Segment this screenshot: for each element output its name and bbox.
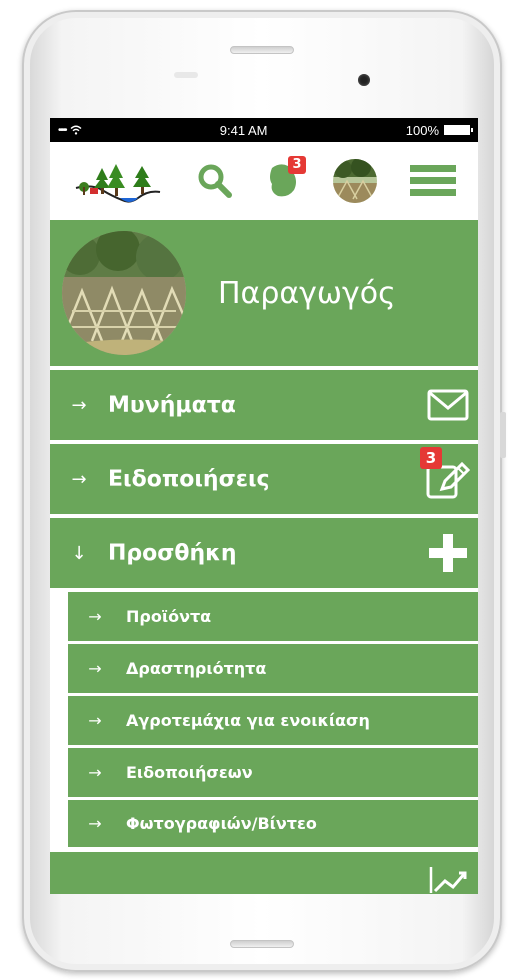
arrow-icon: → xyxy=(88,763,102,782)
arrow-down-icon: ↓ xyxy=(71,542,87,564)
menu-button[interactable] xyxy=(409,163,456,199)
submenu-item-label: Αγροτεμάχια για ενοικίαση xyxy=(126,711,370,730)
arrow-icon: → xyxy=(88,607,102,626)
profile-name: Παραγωγός xyxy=(218,275,396,311)
search-icon[interactable] xyxy=(197,163,233,199)
map-badge: 3 xyxy=(287,155,306,174)
submenu-item-label: Δραστηριότητα xyxy=(126,659,267,678)
sensor xyxy=(174,72,198,78)
menu-item-messages[interactable]: → Μυνήματα xyxy=(50,370,478,444)
arrow-icon: → xyxy=(71,394,87,416)
arrow-icon: → xyxy=(88,659,102,678)
logo-icon[interactable] xyxy=(72,154,164,208)
plus-icon xyxy=(418,532,478,574)
submenu-item-notifications[interactable]: → Ειδοποιήσεων xyxy=(68,748,478,800)
submenu-item-activity[interactable]: → Δραστηριότητα xyxy=(68,644,478,696)
avatar xyxy=(332,159,377,203)
profile-header: Παραγωγός xyxy=(50,220,478,370)
profile-avatar-button[interactable] xyxy=(332,159,377,203)
battery-percent: 100% xyxy=(405,122,439,138)
trend-chart-icon xyxy=(418,865,478,894)
wifi-icon xyxy=(70,123,82,138)
app-header: 3 xyxy=(50,142,478,220)
status-time: 9:41 AM xyxy=(219,122,268,138)
phone-frame: ••••• 9:41 AM 100% 3 Παραγωγός → Μυνήματ… xyxy=(22,10,506,972)
menu-item-add[interactable]: ↓ Προσθήκη xyxy=(50,518,478,592)
arrow-icon: → xyxy=(88,711,102,730)
arrow-icon: → xyxy=(71,468,87,490)
envelope-icon xyxy=(418,389,478,421)
profile-photo xyxy=(62,231,186,355)
add-submenu: → Προϊόντα → Δραστηριότητα → Αγροτεμάχια… xyxy=(68,592,478,852)
menu-item-label: Προσθήκη xyxy=(108,540,237,566)
battery-icon xyxy=(444,125,473,135)
map-notifications-button[interactable]: 3 xyxy=(266,155,306,203)
submenu-item-plots-for-rent[interactable]: → Αγροτεμάχια για ενοικίαση xyxy=(68,696,478,748)
hamburger-icon xyxy=(409,165,456,196)
menu-item-label: Μυνήματα xyxy=(108,392,236,418)
menu-item-label: Ειδοποιήσεις xyxy=(108,466,270,492)
signal-dots: ••••• xyxy=(58,124,67,136)
submenu-item-photos-videos[interactable]: → Φωτογραφιών/Βίντεο xyxy=(68,800,478,852)
menu-item-notifications[interactable]: → Ειδοποιήσεις 3 xyxy=(50,444,478,518)
signal-area: ••••• xyxy=(58,123,82,138)
front-camera xyxy=(358,74,370,86)
status-bar: ••••• 9:41 AM 100% xyxy=(50,118,478,142)
submenu-item-label: Φωτογραφιών/Βίντεο xyxy=(126,814,317,833)
screen: ••••• 9:41 AM 100% 3 Παραγωγός → Μυνήματ… xyxy=(50,118,478,894)
menu-item-statistics[interactable] xyxy=(50,852,478,894)
edit-note-icon: 3 xyxy=(418,447,478,499)
submenu-item-label: Ειδοποιήσεων xyxy=(126,763,253,782)
submenu-item-label: Προϊόντα xyxy=(126,607,212,626)
arrow-icon: → xyxy=(88,814,102,833)
submenu-item-products[interactable]: → Προϊόντα xyxy=(68,592,478,644)
bottom-speaker xyxy=(230,940,294,948)
side-menu: Παραγωγός → Μυνήματα → Ειδοποιήσεις 3 ↓ xyxy=(50,220,478,894)
battery-area: 100% xyxy=(405,122,473,138)
notifications-badge: 3 xyxy=(420,447,442,469)
earpiece xyxy=(230,46,294,54)
side-button xyxy=(500,412,506,458)
